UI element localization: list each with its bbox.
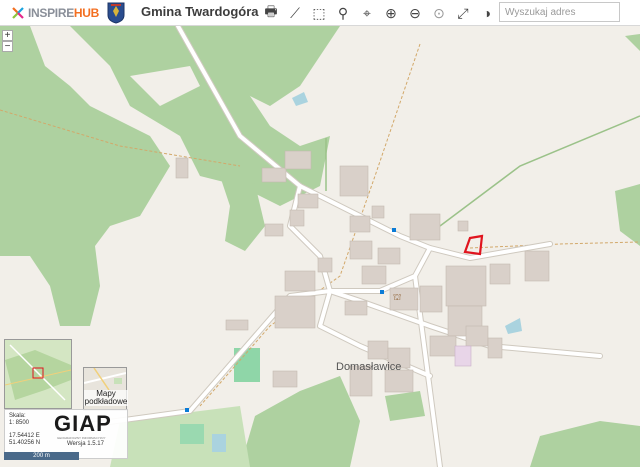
bus-stop-icon — [185, 408, 189, 412]
contrast-icon: ◑ — [482, 5, 492, 21]
shrine-icon: ⛫ — [393, 292, 401, 302]
map-zoom-in-button[interactable]: + — [2, 30, 13, 41]
measure-line-button[interactable]: ⟋ — [285, 3, 305, 23]
zoom-out-icon: ⊖ — [409, 4, 421, 21]
address-search-input[interactable] — [499, 2, 620, 22]
map-zoom-out-button[interactable]: − — [2, 41, 13, 52]
municipality-crest-icon — [107, 2, 125, 24]
building — [371, 205, 385, 219]
water-area — [212, 434, 226, 452]
building — [487, 337, 503, 359]
building — [225, 319, 249, 331]
basemaps-label: Mapy podkładowe — [84, 389, 128, 406]
basemaps-button[interactable]: Mapy podkładowe — [83, 367, 128, 411]
building — [384, 369, 414, 393]
zoom-control: + − — [2, 30, 13, 52]
zoom-out-button[interactable]: ⊖ — [405, 3, 425, 23]
building — [175, 157, 189, 179]
minimap-canvas — [4, 340, 72, 408]
building — [367, 340, 389, 360]
building — [284, 150, 312, 170]
street-view-button[interactable]: ⚲ — [333, 3, 353, 23]
building — [289, 209, 305, 227]
building — [489, 263, 511, 285]
giap-tagline: GEOGRAFICZNY INFORMACYJNY — [57, 436, 106, 440]
zoom-extent-icon: ⊙ — [433, 4, 445, 21]
building — [284, 270, 316, 292]
building — [264, 223, 284, 237]
building — [297, 193, 319, 209]
building — [339, 165, 369, 197]
version-label: Wersja 1.5.17 — [67, 441, 104, 447]
latitude-readout: 51.40256 N — [9, 440, 41, 446]
zoom-in-icon: ⊕ — [385, 4, 397, 21]
zoom-in-button[interactable]: ⊕ — [381, 3, 401, 23]
building — [344, 300, 368, 316]
building — [317, 257, 333, 273]
print-button[interactable]: 🖶 — [261, 3, 281, 23]
top-toolbar: INSPIREHUB Gmina Twardogóra 🖶 ⟋ ⬚ ⚲ ⌖ ⊕ … — [0, 0, 640, 26]
building — [272, 370, 298, 388]
building — [524, 250, 550, 282]
building — [274, 295, 316, 329]
building — [465, 325, 489, 347]
locate-icon: ⌖ — [363, 4, 371, 21]
locate-button[interactable]: ⌖ — [357, 3, 377, 23]
municipality-title: Gmina Twardogóra — [141, 4, 259, 19]
street-view-icon: ⚲ — [337, 4, 349, 21]
building — [429, 335, 457, 357]
building — [409, 213, 441, 241]
building — [454, 345, 472, 367]
fullscreen-button[interactable]: ⤢ — [453, 3, 473, 23]
scale-value: 1: 8500 — [9, 420, 30, 426]
giap-logo: GIAP — [54, 411, 112, 436]
measure-line-icon: ⟋ — [290, 4, 300, 21]
building — [261, 167, 287, 183]
print-icon: 🖶 — [264, 3, 278, 19]
building — [445, 265, 487, 307]
scale-bar: 200 m — [4, 452, 79, 460]
scale-label: Skala: — [9, 413, 26, 419]
place-label: Domasławice — [336, 361, 401, 373]
measure-area-icon: ⬚ — [312, 4, 326, 21]
sports-field — [180, 424, 204, 444]
inspirehub-logo-icon — [12, 7, 24, 19]
building — [419, 285, 443, 313]
logo-text: INSPIREHUB — [28, 6, 100, 20]
forest-area — [385, 391, 425, 421]
building — [361, 265, 387, 285]
building — [349, 240, 373, 260]
measure-area-button[interactable]: ⬚ — [309, 3, 329, 23]
overview-minimap[interactable] — [4, 339, 72, 409]
zoom-extent-button[interactable]: ⊙ — [429, 3, 449, 23]
longitude-readout: 17.54412 E — [9, 433, 40, 439]
bus-stop-icon — [380, 290, 384, 294]
building — [349, 215, 371, 233]
bus-stop-icon — [392, 228, 396, 232]
fullscreen-icon: ⤢ — [457, 4, 469, 21]
building — [457, 220, 469, 232]
inspirehub-logo[interactable]: INSPIREHUB — [11, 5, 99, 21]
basemap-thumbnail-icon — [83, 367, 127, 391]
contrast-button[interactable]: ◑ — [477, 3, 497, 23]
building — [377, 247, 401, 265]
